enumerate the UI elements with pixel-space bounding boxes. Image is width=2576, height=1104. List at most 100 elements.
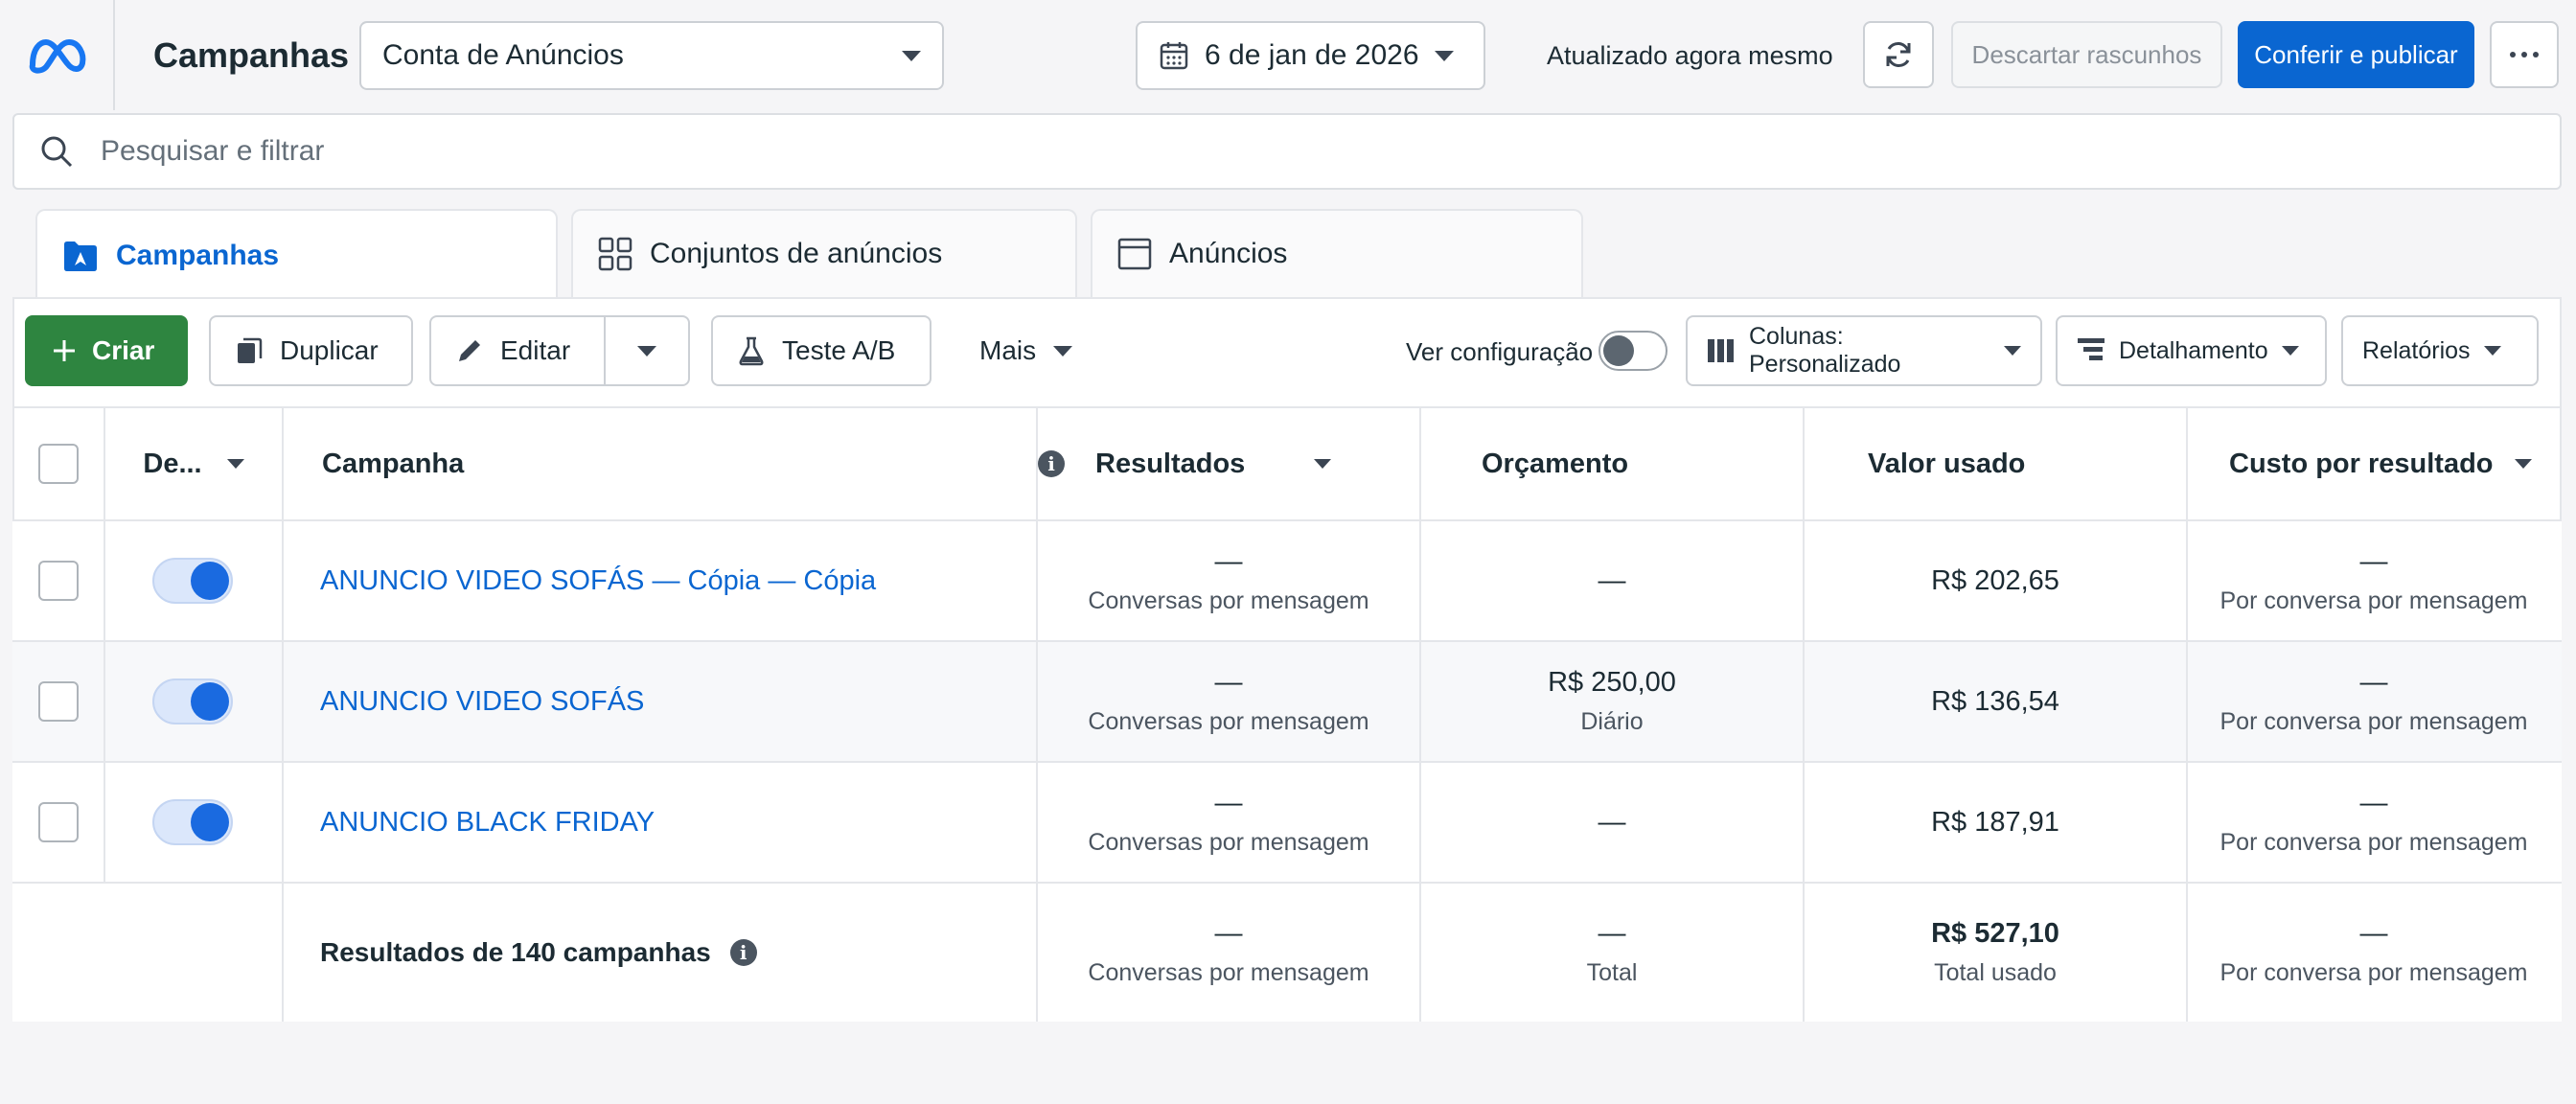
search-filter-bar[interactable]: Pesquisar e filtrar	[12, 113, 2562, 190]
summary-budget-type: Total	[1586, 959, 1638, 986]
summary-budget-value: —	[1598, 918, 1626, 949]
summary-cost-value: —	[2359, 918, 2388, 949]
more-actions-button[interactable]: Mais	[958, 315, 1092, 386]
campaign-name-link[interactable]: ANUNCIO VIDEO SOFÁS	[320, 686, 644, 718]
cost-per-result-header[interactable]: Custo por resultado	[2188, 408, 2560, 519]
results-type: Conversas por mensagem	[1088, 587, 1369, 614]
cost-type: Por conversa por mensagem	[2220, 708, 2528, 735]
summary-cost-type: Por conversa por mensagem	[2220, 959, 2528, 986]
budget-value[interactable]: —	[1598, 807, 1626, 839]
tab-campaigns[interactable]: Campanhas	[35, 209, 558, 301]
chevron-down-icon	[1314, 459, 1332, 469]
ab-test-label: Teste A/B	[782, 335, 896, 365]
budget-type: Diário	[1580, 708, 1644, 735]
columns-button[interactable]: Colunas: Personalizado	[1686, 315, 2042, 386]
budget-header[interactable]: Orçamento	[1421, 408, 1805, 519]
breakdown-icon	[2077, 337, 2105, 364]
review-publish-button[interactable]: Conferir e publicar	[2238, 21, 2474, 88]
chevron-down-icon	[1053, 345, 1073, 356]
row-checkbox[interactable]	[37, 561, 79, 601]
row-checkbox[interactable]	[37, 802, 79, 842]
meta-logo[interactable]	[0, 0, 115, 110]
summary-spent-type: Total usado	[1934, 959, 2057, 986]
campaign-name-link[interactable]: ANUNCIO VIDEO SOFÁS — Cópia — Cópia	[320, 565, 876, 597]
breakdown-button[interactable]: Detalhamento	[2056, 315, 2327, 386]
chevron-down-icon	[2514, 459, 2532, 469]
budget-value[interactable]: —	[1598, 565, 1626, 597]
cost-value: —	[2359, 667, 2388, 698]
campaign-header[interactable]: Campanha	[322, 408, 705, 519]
columns-label: Colunas: Personalizado	[1749, 323, 1901, 378]
cost-type: Por conversa por mensagem	[2220, 587, 2528, 614]
date-range-select[interactable]: 6 de jan de 2026	[1136, 21, 1485, 90]
grid-icon	[598, 237, 632, 271]
duplicate-icon	[234, 335, 264, 366]
columns-icon	[1707, 338, 1736, 363]
table-row[interactable]: ANUNCIO VIDEO SOFÁS — Conversas por mens…	[12, 642, 2562, 763]
tab-ads-label: Anúncios	[1169, 238, 1288, 269]
tab-ad-sets-label: Conjuntos de anúncios	[650, 238, 943, 269]
results-type: Conversas por mensagem	[1088, 708, 1369, 735]
budget-value[interactable]: R$ 250,00	[1548, 667, 1676, 699]
more-actions-label: Mais	[979, 335, 1037, 365]
pencil-icon	[454, 335, 485, 366]
cost-type: Por conversa por mensagem	[2220, 829, 2528, 856]
chevron-down-icon	[2004, 346, 2021, 356]
reports-button[interactable]: Relatórios	[2341, 315, 2539, 386]
summary-results-type: Conversas por mensagem	[1088, 959, 1369, 986]
edit-button[interactable]: Editar	[429, 315, 606, 386]
discard-drafts-button[interactable]: Descartar rascunhos	[1951, 21, 2222, 88]
plus-icon	[52, 338, 77, 363]
results-value: —	[1214, 667, 1243, 698]
summary-results-value: —	[1214, 918, 1243, 949]
info-icon[interactable]: i	[729, 939, 757, 966]
summary-label: Resultados de 140 campanhas	[320, 937, 711, 967]
account-select[interactable]: Conta de Anúncios	[359, 21, 944, 90]
create-button[interactable]: Criar	[25, 315, 188, 386]
spent-header-label: Valor usado	[1868, 448, 2026, 479]
search-input[interactable]: Pesquisar e filtrar	[101, 135, 324, 168]
campaign-active-toggle[interactable]	[152, 558, 233, 604]
chevron-down-icon	[637, 345, 656, 356]
table-row[interactable]: ANUNCIO BLACK FRIDAY — Conversas por men…	[12, 763, 2562, 884]
more-options-button[interactable]	[2490, 21, 2559, 88]
spent-header[interactable]: Valor usado	[1805, 408, 2188, 519]
tab-ads[interactable]: Anúncios	[1091, 209, 1583, 297]
chevron-down-icon	[2483, 346, 2501, 356]
delivery-header[interactable]: De...	[104, 408, 284, 519]
info-icon[interactable]: i	[1038, 450, 1065, 477]
select-all-checkbox[interactable]	[37, 444, 79, 484]
edit-dropdown-button[interactable]	[604, 315, 690, 386]
account-select-value: Conta de Anúncios	[382, 39, 624, 71]
view-config-toggle[interactable]	[1598, 331, 1668, 371]
campaign-name-link[interactable]: ANUNCIO BLACK FRIDAY	[320, 807, 655, 839]
spent-value: R$ 136,54	[1931, 685, 2059, 717]
delivery-header-label: De...	[143, 448, 202, 479]
spent-value: R$ 202,65	[1931, 564, 2059, 596]
chevron-down-icon	[902, 50, 921, 61]
results-value: —	[1214, 546, 1243, 577]
tab-ad-sets[interactable]: Conjuntos de anúncios	[571, 209, 1077, 297]
updated-status: Atualizado agora mesmo	[1547, 41, 1833, 70]
duplicate-button[interactable]: Duplicar	[209, 315, 413, 386]
cost-header-label: Custo por resultado	[2229, 448, 2494, 479]
table-row[interactable]: ANUNCIO VIDEO SOFÁS — Cópia — Cópia — Co…	[12, 521, 2562, 642]
summary-spent-value: R$ 527,10	[1931, 918, 2059, 949]
ab-test-button[interactable]: Teste A/B	[711, 315, 932, 386]
select-all-cell	[12, 408, 104, 519]
search-icon	[39, 134, 74, 169]
flask-icon	[736, 335, 767, 366]
calendar-icon	[1159, 40, 1189, 71]
folder-flag-icon	[62, 239, 99, 273]
budget-header-label: Orçamento	[1482, 448, 1629, 479]
results-header[interactable]: i Resultados	[1038, 408, 1421, 519]
refresh-button[interactable]	[1863, 21, 1934, 88]
campaign-active-toggle[interactable]	[152, 799, 233, 845]
row-checkbox[interactable]	[37, 681, 79, 722]
refresh-icon	[1881, 37, 1916, 72]
reports-label: Relatórios	[2362, 336, 2471, 364]
chevron-down-icon	[1434, 50, 1454, 61]
edit-label: Editar	[500, 335, 571, 365]
spent-value: R$ 187,91	[1931, 806, 2059, 838]
campaign-active-toggle[interactable]	[152, 678, 233, 724]
